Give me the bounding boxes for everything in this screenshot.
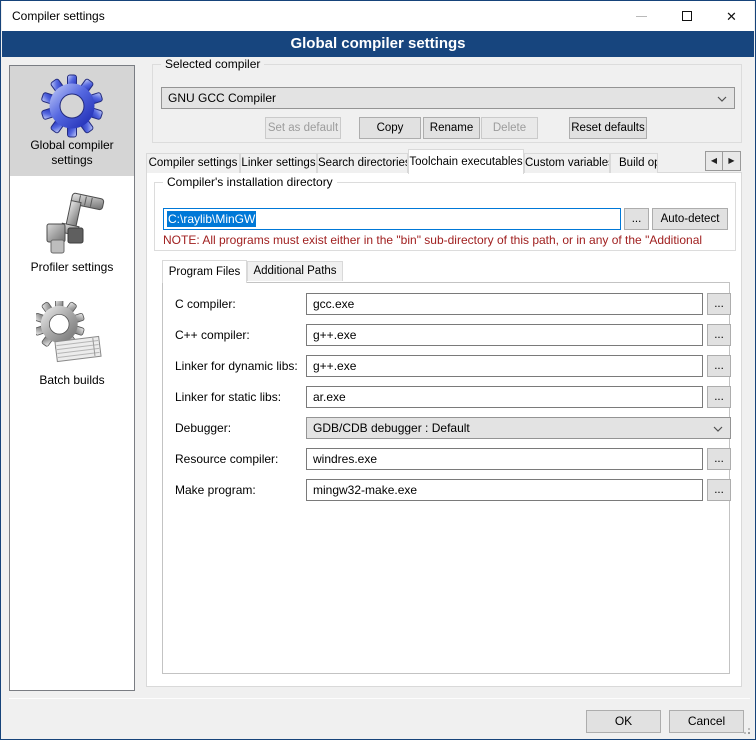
resource-compiler-input[interactable]	[306, 448, 703, 470]
tab-linker-settings[interactable]: Linker settings	[240, 153, 317, 173]
minimize-icon	[636, 16, 647, 17]
make-program-label: Make program:	[175, 479, 256, 501]
static-linker-label: Linker for static libs:	[175, 386, 281, 408]
compiler-select-value: GNU GCC Compiler	[168, 91, 276, 105]
dialog-body: Global compiler settings	[2, 57, 754, 738]
settings-category-list: Global compiler settings	[9, 65, 135, 691]
resource-compiler-browse-button[interactable]: ...	[707, 448, 731, 470]
debugger-label: Debugger:	[175, 417, 231, 439]
c-compiler-input[interactable]	[306, 293, 703, 315]
tab-scroll-buttons: ◀ ▶	[705, 151, 741, 171]
close-button[interactable]: ✕	[709, 1, 754, 31]
close-icon: ✕	[726, 10, 737, 23]
cpp-compiler-input[interactable]	[306, 324, 703, 346]
window-title: Compiler settings	[12, 1, 105, 31]
sidebar-item-batch-builds[interactable]: Batch builds	[10, 301, 134, 388]
window-controls: ✕	[619, 1, 754, 31]
minimize-button	[619, 1, 664, 31]
toolchain-executables-page: Compiler's installation directory C:\ray…	[146, 172, 742, 687]
compiler-settings-dialog: Compiler settings ✕ Global compiler sett…	[0, 0, 756, 740]
c-compiler-label: C compiler:	[175, 293, 236, 315]
sidebar-item-global-compiler-settings[interactable]: Global compiler settings	[10, 66, 134, 176]
resource-compiler-label: Resource compiler:	[175, 448, 278, 470]
field-row: C++ compiler: ...	[163, 324, 729, 346]
maximize-button[interactable]	[664, 1, 709, 31]
ok-button[interactable]: OK	[586, 710, 661, 733]
footer-divider	[9, 698, 750, 699]
installation-directory-group: Compiler's installation directory C:\ray…	[154, 182, 736, 251]
field-row: Linker for dynamic libs: ...	[163, 355, 729, 377]
batch-builds-gear-icon	[36, 301, 108, 373]
tab-additional-paths[interactable]: Additional Paths	[247, 261, 343, 281]
reset-defaults-button[interactable]: Reset defaults	[569, 117, 647, 139]
debugger-select[interactable]: GDB/CDB debugger : Default	[306, 417, 731, 439]
browse-directory-button[interactable]: ...	[624, 208, 649, 230]
field-row: Make program: ...	[163, 479, 729, 501]
program-tab-bar: Program Files Additional Paths	[162, 260, 343, 283]
selected-compiler-group: Selected compiler GNU GCC Compiler Set a…	[152, 64, 742, 143]
tab-build-options[interactable]: Build options	[610, 153, 658, 173]
debugger-select-value: GDB/CDB debugger : Default	[313, 421, 470, 435]
make-program-input[interactable]	[306, 479, 703, 501]
c-compiler-browse-button[interactable]: ...	[707, 293, 731, 315]
field-row: Resource compiler: ...	[163, 448, 729, 470]
tab-toolchain-executables[interactable]: Toolchain executables	[408, 149, 524, 174]
installation-directory-input[interactable]: C:\raylib\MinGW	[163, 208, 621, 230]
sidebar-item-label: Profiler settings	[20, 260, 124, 275]
make-program-browse-button[interactable]: ...	[707, 479, 731, 501]
tab-search-directories[interactable]: Search directories	[317, 153, 408, 173]
chevron-down-icon	[713, 426, 723, 432]
cpp-compiler-label: C++ compiler:	[175, 324, 250, 346]
copy-button[interactable]: Copy	[359, 117, 421, 139]
field-row: C compiler: ...	[163, 293, 729, 315]
tab-program-files[interactable]: Program Files	[162, 260, 247, 283]
cpp-compiler-browse-button[interactable]: ...	[707, 324, 731, 346]
page-title: Global compiler settings	[2, 31, 754, 57]
sidebar-item-profiler-settings[interactable]: Profiler settings	[10, 186, 134, 275]
tab-scroll-left-icon[interactable]: ◀	[705, 151, 723, 171]
program-files-page: C compiler: ... C++ compiler: ... Linker…	[162, 282, 730, 674]
maximize-icon	[682, 11, 692, 21]
settings-tab-bar: Compiler settings Linker settings Search…	[146, 149, 742, 174]
rename-button[interactable]: Rename	[423, 117, 480, 139]
blue-gear-icon	[40, 74, 104, 138]
dynamic-linker-input[interactable]	[306, 355, 703, 377]
installation-directory-legend: Compiler's installation directory	[163, 175, 337, 189]
field-row: Debugger: GDB/CDB debugger : Default	[163, 417, 729, 439]
set-as-default-button: Set as default	[265, 117, 341, 139]
tab-custom-variables[interactable]: Custom variables	[524, 153, 610, 173]
title-bar[interactable]: Compiler settings ✕	[2, 1, 754, 31]
tab-scroll-right-icon[interactable]: ▶	[723, 151, 741, 171]
delete-button: Delete	[481, 117, 538, 139]
dynamic-linker-label: Linker for dynamic libs:	[175, 355, 298, 377]
compiler-select[interactable]: GNU GCC Compiler	[161, 87, 735, 109]
resize-grip[interactable]	[741, 725, 751, 735]
selected-compiler-legend: Selected compiler	[161, 57, 264, 71]
installation-note: NOTE: All programs must exist either in …	[163, 233, 732, 247]
sidebar-item-label: Global compiler settings	[20, 138, 124, 168]
compiler-actions: Set as default Copy Rename Delete Reset …	[153, 117, 741, 139]
static-linker-input[interactable]	[306, 386, 703, 408]
cancel-button[interactable]: Cancel	[669, 710, 744, 733]
field-row: Linker for static libs: ...	[163, 386, 729, 408]
sidebar-item-label: Batch builds	[20, 373, 124, 388]
auto-detect-button[interactable]: Auto-detect	[652, 208, 728, 230]
profiler-caliper-icon	[35, 186, 109, 260]
installation-directory-value: C:\raylib\MinGW	[167, 211, 256, 227]
chevron-down-icon	[717, 96, 727, 102]
static-linker-browse-button[interactable]: ...	[707, 386, 731, 408]
tab-compiler-settings[interactable]: Compiler settings	[146, 153, 240, 173]
dynamic-linker-browse-button[interactable]: ...	[707, 355, 731, 377]
